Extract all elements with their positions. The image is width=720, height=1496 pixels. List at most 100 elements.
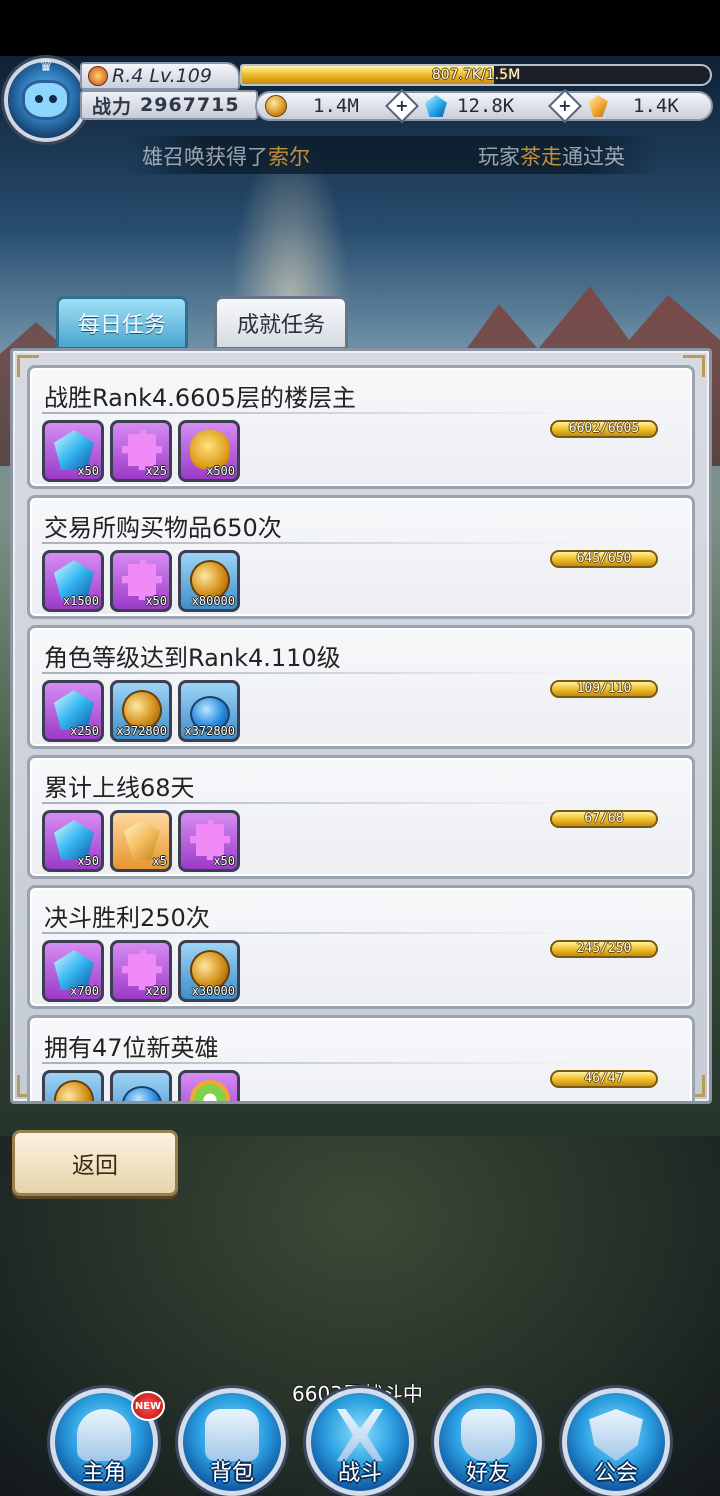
rank-medal-icon: [88, 66, 108, 86]
nav-friend-label: 好友: [465, 1461, 510, 1486]
quest-divider: [42, 802, 582, 804]
resource-coin: 1.4M: [265, 95, 359, 117]
quest-divider: [42, 672, 582, 674]
quest-title: 累计上线68天: [44, 774, 195, 802]
add-coin-button[interactable]: +: [385, 89, 419, 123]
reward-quantity: x5: [152, 854, 167, 868]
reward-item[interactable]: x1500: [42, 550, 104, 612]
reward-quantity: x30000: [191, 984, 235, 998]
reward-quantity: x372800: [184, 724, 235, 738]
friend-icon: [461, 1409, 515, 1461]
nav-battle-button[interactable]: 战斗: [306, 1388, 414, 1496]
reward-quantity: x50: [77, 854, 99, 868]
quest-rewards: x700 x20 x30000: [42, 940, 246, 1002]
broadcast-message-2: 玩家茶走通过英: [478, 141, 625, 171]
reward-item[interactable]: x5: [110, 810, 172, 872]
rank-level-text: R.4 Lv.109: [112, 65, 212, 87]
bottom-nav: 主角 NEW 背包 战斗 好友 公会: [0, 1380, 720, 1496]
broadcast-text: 通过英: [562, 145, 625, 169]
quest-title: 角色等级达到Rank4.110级: [44, 644, 341, 672]
quest-divider: [42, 1062, 582, 1064]
nav-guild-button[interactable]: 公会: [562, 1388, 670, 1496]
quest-item[interactable]: 累计上线68天 x50 x5 x50 67/68: [27, 755, 695, 879]
rank-level-box: R.4 Lv.109: [80, 62, 240, 90]
plus-icon: +: [395, 96, 409, 115]
quest-item[interactable]: 战胜Rank4.6605层的楼层主 x50 x25 x500 6602/6605: [27, 365, 695, 489]
tab-daily-quests[interactable]: 每日任务: [56, 296, 188, 350]
coin-icon: [265, 95, 287, 117]
reward-item[interactable]: x25: [110, 420, 172, 482]
reward-quantity: x80000: [191, 594, 235, 608]
tab-achievement-quests[interactable]: 成就任务: [214, 296, 348, 350]
reward-item[interactable]: x50: [110, 550, 172, 612]
reward-quantity: x1500: [62, 594, 99, 608]
quest-item[interactable]: 决斗胜利250次 x700 x20 x30000 245/250: [27, 885, 695, 1009]
resource-gem-value: 12.8K: [457, 95, 515, 117]
resource-crystal: 1.4K: [587, 95, 679, 117]
quest-divider: [42, 542, 582, 544]
reward-quantity: x25: [145, 464, 167, 478]
reward-item[interactable]: x20: [110, 940, 172, 1002]
quest-progress-bar: 109/110: [550, 680, 658, 698]
quest-divider: [42, 412, 582, 414]
broadcast-text: 雄召唤获得了: [142, 145, 268, 169]
resource-coin-value: 1.4M: [313, 95, 359, 117]
gear-icon: [190, 1080, 230, 1101]
resource-gem: 12.8K: [425, 95, 514, 117]
broadcast-highlight: 索尔: [268, 145, 310, 169]
add-gem-button[interactable]: +: [548, 89, 582, 123]
reward-item[interactable]: [42, 1070, 104, 1101]
reward-item[interactable]: x500: [178, 420, 240, 482]
quest-rewards: x50 x25 x500: [42, 420, 246, 482]
quest-item[interactable]: 拥有47位新英雄 46/47: [27, 1015, 695, 1101]
nav-friend-button[interactable]: 好友: [434, 1388, 542, 1496]
hero-icon: [77, 1409, 131, 1461]
crown-icon: ♛: [38, 56, 54, 75]
quest-progress-bar: 67/68: [550, 810, 658, 828]
quest-title: 交易所购买物品650次: [44, 514, 282, 542]
nav-battle-label: 战斗: [337, 1461, 382, 1486]
nav-bag-label: 背包: [209, 1461, 254, 1486]
quest-item[interactable]: 角色等级达到Rank4.110级 x250 x372800 x372800 109/11…: [27, 625, 695, 749]
reward-quantity: x372800: [116, 724, 167, 738]
power-label: 战力: [92, 95, 133, 118]
quest-rewards: x1500 x50 x80000: [42, 550, 246, 612]
nav-bag-button[interactable]: 背包: [178, 1388, 286, 1496]
quest-progress-bar: 6602/6605: [550, 420, 658, 438]
guild-icon: [589, 1409, 643, 1461]
reward-item[interactable]: x372800: [178, 680, 240, 742]
reward-quantity: x250: [70, 724, 99, 738]
reward-item[interactable]: x372800: [110, 680, 172, 742]
reward-item[interactable]: x50: [178, 810, 240, 872]
reward-item[interactable]: x250: [42, 680, 104, 742]
reward-item[interactable]: [178, 1070, 240, 1101]
reward-item[interactable]: x30000: [178, 940, 240, 1002]
quest-panel[interactable]: 战胜Rank4.6605层的楼层主 x50 x25 x500 6602/6605 交易所购…: [10, 348, 712, 1104]
avatar-mascot-icon: [22, 80, 70, 120]
quest-progress-bar: 245/250: [550, 940, 658, 958]
quest-progress-bar: 645/650: [550, 550, 658, 568]
bag-icon: [205, 1409, 259, 1461]
quest-list[interactable]: 战胜Rank4.6605层的楼层主 x50 x25 x500 6602/6605 交易所购…: [27, 365, 695, 1101]
resource-crystal-value: 1.4K: [633, 95, 679, 117]
quest-item[interactable]: 交易所购买物品650次 x1500 x50 x80000 645/650: [27, 495, 695, 619]
reward-quantity: x700: [70, 984, 99, 998]
quest-rewards: x50 x5 x50: [42, 810, 246, 872]
resource-bar: 1.4M + 12.8K + 1.4K: [255, 89, 713, 123]
crystal-icon: [588, 95, 608, 117]
reward-item[interactable]: [110, 1070, 172, 1101]
reward-quantity: x50: [213, 854, 235, 868]
reward-quantity: x50: [145, 594, 167, 608]
nav-hero-button[interactable]: 主角 NEW: [50, 1388, 165, 1496]
broadcast-highlight: 茶走: [520, 145, 562, 169]
back-button[interactable]: 返回: [12, 1130, 178, 1196]
player-avatar[interactable]: ♛: [4, 56, 88, 142]
broadcast-marquee: 雄召唤获得了索尔 玩家茶走通过英: [128, 136, 660, 174]
exp-bar: 807.7K/1.5M: [240, 64, 712, 86]
exp-text: 807.7K/1.5M: [431, 67, 521, 83]
reward-item[interactable]: x80000: [178, 550, 240, 612]
quest-progress-bar: 46/47: [550, 1070, 658, 1088]
reward-item[interactable]: x700: [42, 940, 104, 1002]
reward-item[interactable]: x50: [42, 420, 104, 482]
reward-item[interactable]: x50: [42, 810, 104, 872]
